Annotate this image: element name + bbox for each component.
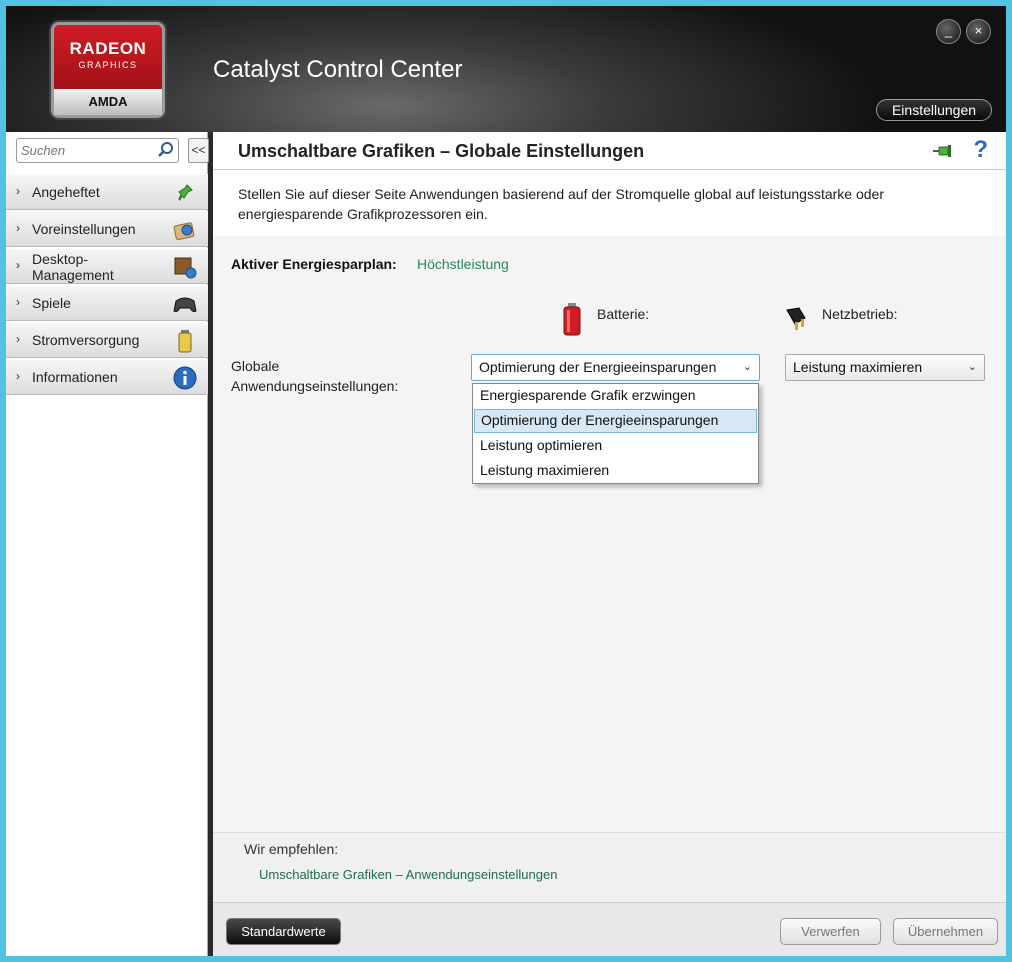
dropdown-option-optimize-performance[interactable]: Leistung optimieren [474, 434, 757, 458]
sidebar-item-informationen[interactable]: › Informationen [6, 359, 208, 395]
discard-button[interactable]: Verwerfen [780, 918, 881, 945]
desktop-management-icon [174, 257, 197, 279]
ac-select[interactable]: Leistung maximieren ⌄ [785, 354, 985, 381]
ac-select-value: Leistung maximieren [793, 359, 923, 375]
battery-select[interactable]: Optimierung der Energieeinsparungen ⌄ [471, 354, 760, 381]
close-button[interactable]: × [966, 19, 991, 44]
sidebar-item-label: Desktop- Management [32, 251, 114, 283]
sidebar-item-spiele[interactable]: › Spiele [6, 285, 208, 321]
sidebar-item-label-line-1: Desktop- [32, 251, 89, 267]
page-header: Umschaltbare Grafiken – Globale Einstell… [213, 132, 1006, 170]
recommend-link[interactable]: Umschaltbare Grafiken – Anwendungseinste… [259, 867, 557, 882]
logo-line-3: AMDA [54, 89, 162, 115]
main-panel: Umschaltbare Grafiken – Globale Einstell… [213, 132, 1006, 956]
app-title: Catalyst Control Center [213, 56, 463, 83]
chevron-down-icon[interactable]: ⌄ [968, 355, 977, 380]
search-input[interactable] [21, 139, 157, 161]
apply-button[interactable]: Übernehmen [893, 918, 998, 945]
pin-page-icon[interactable] [932, 141, 954, 161]
search-box[interactable] [16, 138, 179, 163]
logo-line-1: RADEON [69, 39, 147, 58]
battery-select-value: Optimierung der Energieeinsparungen [479, 359, 717, 375]
chevron-right-icon: › [16, 332, 20, 346]
sidebar-item-voreinstellungen[interactable]: › Voreinstellungen [6, 211, 208, 247]
logo-line-2: GRAPHICS [78, 60, 138, 70]
sidebar-item-stromversorgung[interactable]: › Stromversorgung [6, 322, 208, 358]
dropdown-option-force-power-saving[interactable]: Energiesparende Grafik erzwingen [474, 384, 757, 408]
battery-dropdown-list: Energiesparende Grafik erzwingen Optimie… [472, 383, 759, 484]
presets-icon [173, 222, 195, 241]
header-bar: RADEON GRAPHICS AMDA Catalyst Control Ce… [6, 6, 1006, 132]
battery-column-label: Batterie: [597, 306, 650, 322]
footer-bar: Standardwerte Verwerfen Übernehmen [213, 902, 1006, 956]
page-title: Umschaltbare Grafiken – Globale Einstell… [238, 141, 645, 161]
sidebar-item-label: Voreinstellungen [32, 221, 136, 237]
battery-icon [563, 303, 581, 336]
collapse-sidebar-button[interactable]: << [188, 138, 209, 163]
sidebar: << › Angeheftet › Voreinstellungen › Des… [6, 132, 209, 956]
sidebar-item-label: Informationen [32, 369, 118, 385]
settings-button[interactable]: Einstellungen [876, 99, 992, 121]
minimize-button[interactable]: _ [936, 19, 961, 44]
sidebar-item-label-line-2: Management [32, 267, 114, 283]
global-app-settings-label: Globale Anwendungseinstellungen: [231, 356, 398, 396]
chevron-right-icon: › [16, 258, 20, 272]
battery-power-icon [178, 330, 192, 353]
dropdown-option-maximize-performance[interactable]: Leistung maximieren [474, 459, 757, 483]
app-window: RADEON GRAPHICS AMDA Catalyst Control Ce… [6, 6, 1006, 956]
page-description: Stellen Sie auf dieser Seite Anwendungen… [213, 170, 1006, 236]
sidebar-item-desktop-management[interactable]: › Desktop- Management [6, 248, 208, 284]
recommend-label: Wir empfehlen: [244, 841, 339, 857]
row-label-line-2: Anwendungseinstellungen: [231, 378, 399, 394]
active-plan-label: Aktiver Energiesparplan: [231, 256, 397, 272]
search-icon[interactable] [157, 141, 175, 159]
chevron-right-icon: › [16, 295, 20, 309]
pin-icon [178, 184, 193, 201]
chevron-right-icon: › [16, 369, 20, 383]
active-plan-value: Höchstleistung [417, 256, 509, 272]
dropdown-option-optimize-power-saving[interactable]: Optimierung der Energieeinsparungen [474, 409, 757, 433]
help-icon[interactable]: ? [973, 136, 988, 164]
sidebar-item-label: Spiele [32, 295, 71, 311]
sidebar-item-angeheftet[interactable]: › Angeheftet [6, 174, 208, 210]
chevron-right-icon: › [16, 221, 20, 235]
sidebar-item-label: Angeheftet [32, 184, 100, 200]
row-label-line-1: Globale [231, 358, 280, 374]
radeon-logo: RADEON GRAPHICS AMDA [51, 22, 165, 118]
info-icon [173, 366, 197, 390]
defaults-button[interactable]: Standardwerte [226, 918, 341, 945]
gamepad-icon [173, 297, 197, 313]
power-plug-icon [786, 307, 806, 330]
search-row: << [16, 138, 209, 163]
chevron-down-icon[interactable]: ⌄ [743, 355, 752, 380]
chevron-right-icon: › [16, 184, 20, 198]
recommendations-section: Wir empfehlen: Umschaltbare Grafiken – A… [213, 832, 1006, 902]
sidebar-item-label: Stromversorgung [32, 332, 140, 348]
ac-column-label: Netzbetrieb: [822, 306, 898, 322]
